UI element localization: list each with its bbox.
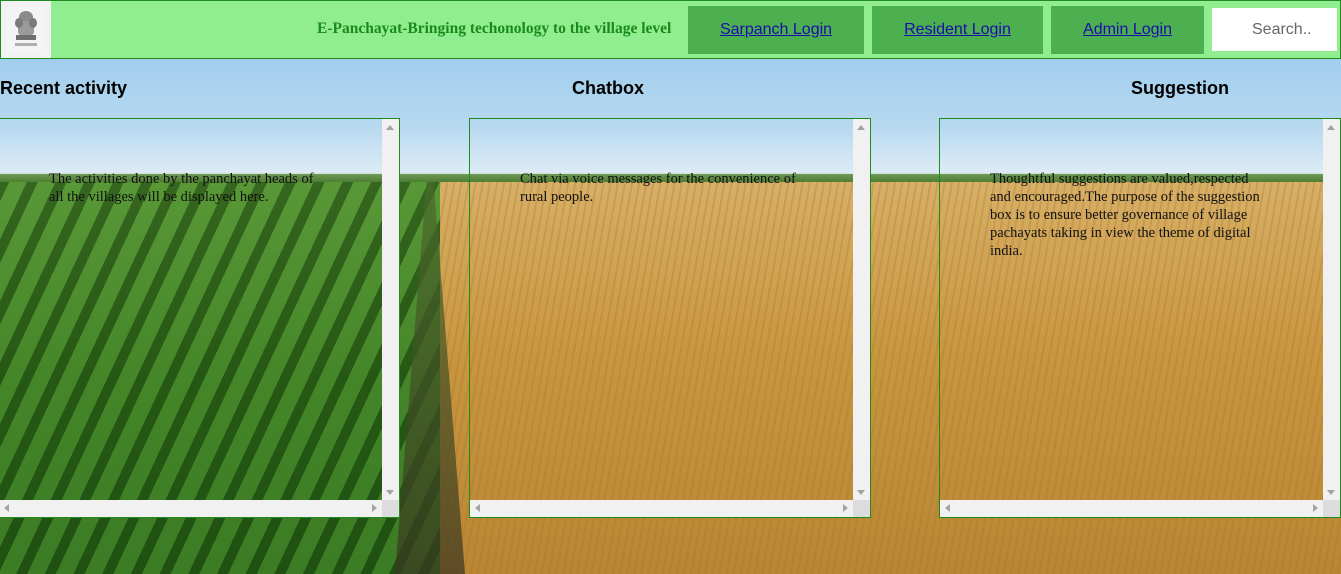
scroll-up-icon[interactable] [386, 125, 394, 130]
recent-activity-text: The activities done by the panchayat hea… [49, 171, 314, 205]
scroll-down-icon[interactable] [857, 490, 865, 495]
scroll-down-icon[interactable] [386, 490, 394, 495]
scroll-down-icon[interactable] [1327, 490, 1335, 495]
resident-login-button[interactable]: Resident Login [872, 6, 1043, 54]
vertical-scrollbar[interactable] [1323, 119, 1340, 502]
site-tagline: E-Panchayat-Bringing techonology to the … [317, 20, 672, 37]
horizontal-scrollbar[interactable] [940, 500, 1340, 517]
scroll-left-icon[interactable] [945, 504, 950, 512]
emblem-graphic [7, 6, 45, 53]
scroll-up-icon[interactable] [857, 125, 865, 130]
scrollbar-corner [1323, 500, 1340, 517]
recent-activity-title: Recent activity [0, 78, 128, 98]
horizontal-scrollbar[interactable] [470, 500, 870, 517]
sarpanch-login-button[interactable]: Sarpanch Login [688, 6, 864, 54]
scroll-right-icon[interactable] [372, 504, 377, 512]
suggestion-panel[interactable]: Thoughtful suggestions are valued,respec… [939, 118, 1341, 518]
chatbox-text: Chat via voice messages for the convenie… [520, 171, 796, 205]
scrollbar-corner [382, 500, 399, 517]
vertical-scrollbar[interactable] [853, 119, 870, 502]
search-input[interactable] [1212, 8, 1337, 51]
chatbox-panel[interactable]: Chat via voice messages for the convenie… [469, 118, 871, 518]
vertical-scrollbar[interactable] [382, 119, 399, 502]
scroll-left-icon[interactable] [4, 504, 9, 512]
scrollbar-corner [853, 500, 870, 517]
national-emblem-icon [1, 1, 51, 58]
recent-activity-panel[interactable]: The activities done by the panchayat hea… [0, 118, 400, 518]
suggestion-text: Thoughtful suggestions are valued,respec… [990, 171, 1260, 259]
header: E-Panchayat-Bringing techonology to the … [0, 0, 1341, 59]
admin-login-button[interactable]: Admin Login [1051, 6, 1204, 54]
horizontal-scrollbar[interactable] [0, 500, 399, 517]
suggestion-title: Suggestion [1131, 78, 1229, 98]
scroll-left-icon[interactable] [475, 504, 480, 512]
chatbox-title: Chatbox [572, 78, 644, 98]
scroll-right-icon[interactable] [843, 504, 848, 512]
scroll-up-icon[interactable] [1327, 125, 1335, 130]
scroll-right-icon[interactable] [1313, 504, 1318, 512]
